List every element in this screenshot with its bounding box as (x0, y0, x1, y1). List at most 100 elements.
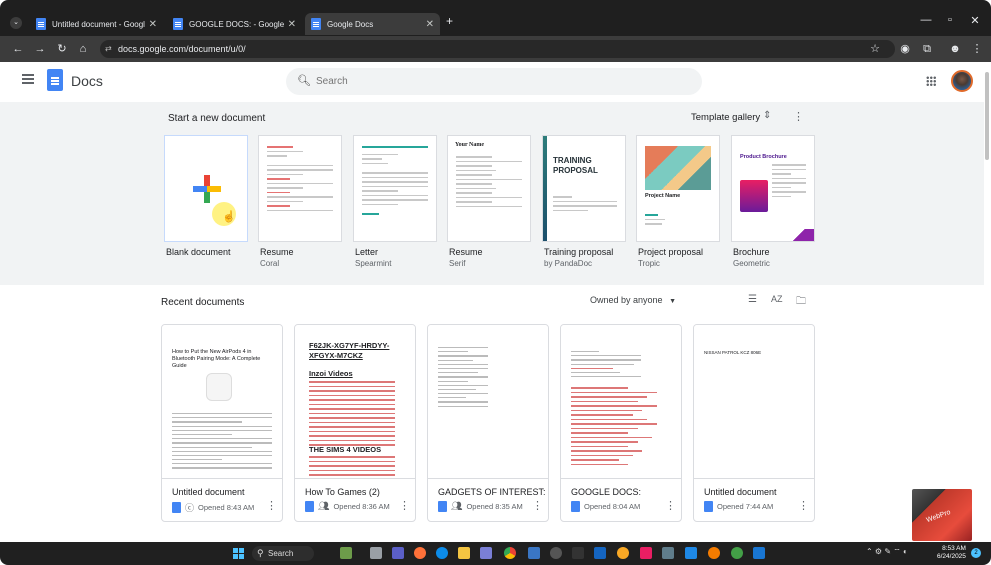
window-close-icon[interactable]: ✕ (966, 14, 984, 27)
template-cover-text: Product Brochure (740, 154, 787, 160)
doc-opened-time: Opened 8:04 AM (584, 502, 641, 511)
template-resume-coral[interactable] (258, 135, 342, 242)
extension-icon[interactable]: ◉ (897, 41, 913, 57)
doc-preview-heading: How to Put the New AirPods 4 in Bluetoot… (172, 349, 261, 369)
address-bar[interactable]: ⇄ docs.google.com/document/u/0/ (100, 40, 895, 58)
search-icon[interactable]: 🔍︎ (297, 74, 311, 87)
template-name[interactable]: Training proposal (544, 247, 613, 257)
search-input[interactable] (316, 73, 676, 90)
list-view-icon[interactable]: ☰ (748, 294, 757, 305)
search-box[interactable]: 🔍︎ (286, 68, 702, 95)
doc-more-options-icon[interactable]: ⋮ (798, 499, 809, 512)
template-project-proposal[interactable]: Project Name (636, 135, 720, 242)
app-icon[interactable] (480, 547, 492, 559)
profile-icon[interactable]: ☻ (947, 41, 963, 57)
docs-logo-icon[interactable] (47, 69, 63, 91)
tab-untitled-document[interactable]: Untitled document - Google Docs ✕ (30, 13, 163, 35)
template-blank-document[interactable]: ☝ (164, 135, 248, 242)
page-scrollbar[interactable] (984, 62, 991, 542)
back-icon[interactable]: ← (10, 41, 26, 57)
google-apps-icon[interactable] (926, 76, 936, 86)
app-title[interactable]: Docs (71, 73, 103, 89)
expand-collapse-icon[interactable]: ⇕ (763, 110, 771, 121)
tab-close-icon[interactable]: ✕ (426, 19, 434, 30)
teams-icon[interactable] (392, 547, 404, 559)
recent-doc-card[interactable]: GADGETS OF INTEREST: 👥︎ Opened 8:35 AM ⋮ (427, 324, 549, 522)
home-icon[interactable]: ⌂ (75, 41, 91, 57)
terminal-icon[interactable] (572, 547, 584, 559)
edge-icon[interactable] (436, 547, 448, 559)
app-icon[interactable] (753, 547, 765, 559)
app-icon[interactable] (617, 547, 629, 559)
tab-search-icon[interactable]: ⌄ (10, 17, 22, 29)
whatsapp-icon[interactable] (731, 547, 743, 559)
settings-icon[interactable] (550, 547, 562, 559)
template-preview (553, 196, 617, 231)
tab-google-docs[interactable]: Google Docs ✕ (305, 13, 440, 35)
recent-doc-card[interactable]: GOOGLE DOCS: Opened 8:04 AM ⋮ (560, 324, 682, 522)
notification-badge[interactable]: 2 (971, 548, 981, 558)
template-gallery-button[interactable]: Template gallery (691, 112, 760, 123)
template-resume-serif[interactable]: Your Name (447, 135, 531, 242)
template-name[interactable]: Brochure (733, 247, 770, 257)
taskbar-search[interactable]: Search (252, 546, 314, 561)
recent-doc-card[interactable]: NISSAN PATROL KCZ 806E Untitled document… (693, 324, 815, 522)
browser-menu-icon[interactable]: ⋮ (969, 41, 985, 57)
app-icon[interactable] (685, 547, 697, 559)
media-icon[interactable] (640, 547, 652, 559)
windows-start-icon[interactable] (233, 548, 244, 559)
doc-more-options-icon[interactable]: ⋮ (399, 499, 410, 512)
minimize-icon[interactable]: — (917, 14, 935, 26)
recent-doc-card[interactable]: How to Put the New AirPods 4 in Bluetoot… (161, 324, 283, 522)
site-info-icon[interactable]: ⇄ (105, 40, 112, 58)
template-brochure-geometric[interactable]: Product Brochure (731, 135, 815, 242)
tab-google-docs-doc[interactable]: GOOGLE DOCS: - Google Docs ✕ (167, 13, 302, 35)
template-name[interactable]: Resume (260, 247, 294, 257)
app-icon[interactable] (662, 547, 674, 559)
doc-more-options-icon[interactable]: ⋮ (266, 499, 277, 512)
template-name[interactable]: Project proposal (638, 247, 703, 257)
new-tab-button[interactable]: + (446, 14, 453, 28)
doc-preview-lines (571, 351, 641, 380)
more-options-icon[interactable]: ⋮ (793, 110, 804, 123)
forward-icon[interactable]: → (32, 41, 48, 57)
recent-doc-card[interactable]: F62JK-XG7YF-HRDYY-XFGYX-M7CKZ Inzoi Vide… (294, 324, 416, 522)
app-icon[interactable] (708, 547, 720, 559)
template-preview (456, 156, 522, 231)
firefox-icon[interactable] (414, 547, 426, 559)
recent-documents-label: Recent documents (161, 297, 245, 308)
main-menu-icon[interactable] (22, 74, 34, 84)
store-icon[interactable] (528, 547, 540, 559)
template-preview (645, 214, 711, 231)
avatar[interactable] (951, 70, 973, 92)
owner-filter-dropdown[interactable]: Owned by anyone ▼ (590, 295, 676, 305)
template-name[interactable]: Blank document (166, 247, 231, 257)
doc-thumbnail: NISSAN PATROL KCZ 806E (694, 325, 814, 479)
doc-more-options-icon[interactable]: ⋮ (665, 499, 676, 512)
taskbar-clock[interactable]: 8:53 AM 6/24/2025 (937, 545, 966, 561)
doc-title: GOOGLE DOCS: (571, 487, 642, 497)
maximize-icon[interactable]: ▫ (941, 14, 959, 26)
widgets-icon[interactable] (340, 547, 352, 559)
reload-icon[interactable]: ↻ (54, 41, 70, 57)
task-view-icon[interactable] (370, 547, 382, 559)
tab-close-icon[interactable]: ✕ (288, 19, 296, 30)
app-icon[interactable] (594, 547, 606, 559)
template-name[interactable]: Letter (355, 247, 378, 257)
system-tray-icons[interactable]: ⌃ ⚙ ✎ ⌔ ◐ (866, 547, 908, 557)
scrollbar-thumb[interactable] (985, 72, 989, 160)
sidepanel-icon[interactable]: ⧉ (919, 41, 935, 57)
template-name[interactable]: Resume (449, 247, 483, 257)
airpods-image (206, 373, 232, 401)
file-explorer-icon[interactable] (458, 547, 470, 559)
sort-icon[interactable]: AZ (771, 294, 783, 304)
template-cover-text: Your Name (455, 142, 485, 148)
doc-more-options-icon[interactable]: ⋮ (532, 499, 543, 512)
doc-meta: 👥︎ Opened 8:36 AM (305, 501, 390, 512)
bookmark-star-icon[interactable]: ☆ (867, 41, 883, 57)
folder-picker-icon[interactable]: 🗀 (796, 294, 806, 311)
tab-close-icon[interactable]: ✕ (149, 19, 157, 30)
chrome-icon[interactable] (504, 547, 516, 559)
template-letter-spearmint[interactable] (353, 135, 437, 242)
template-training-proposal[interactable]: TRAINING PROPOSAL (542, 135, 626, 242)
